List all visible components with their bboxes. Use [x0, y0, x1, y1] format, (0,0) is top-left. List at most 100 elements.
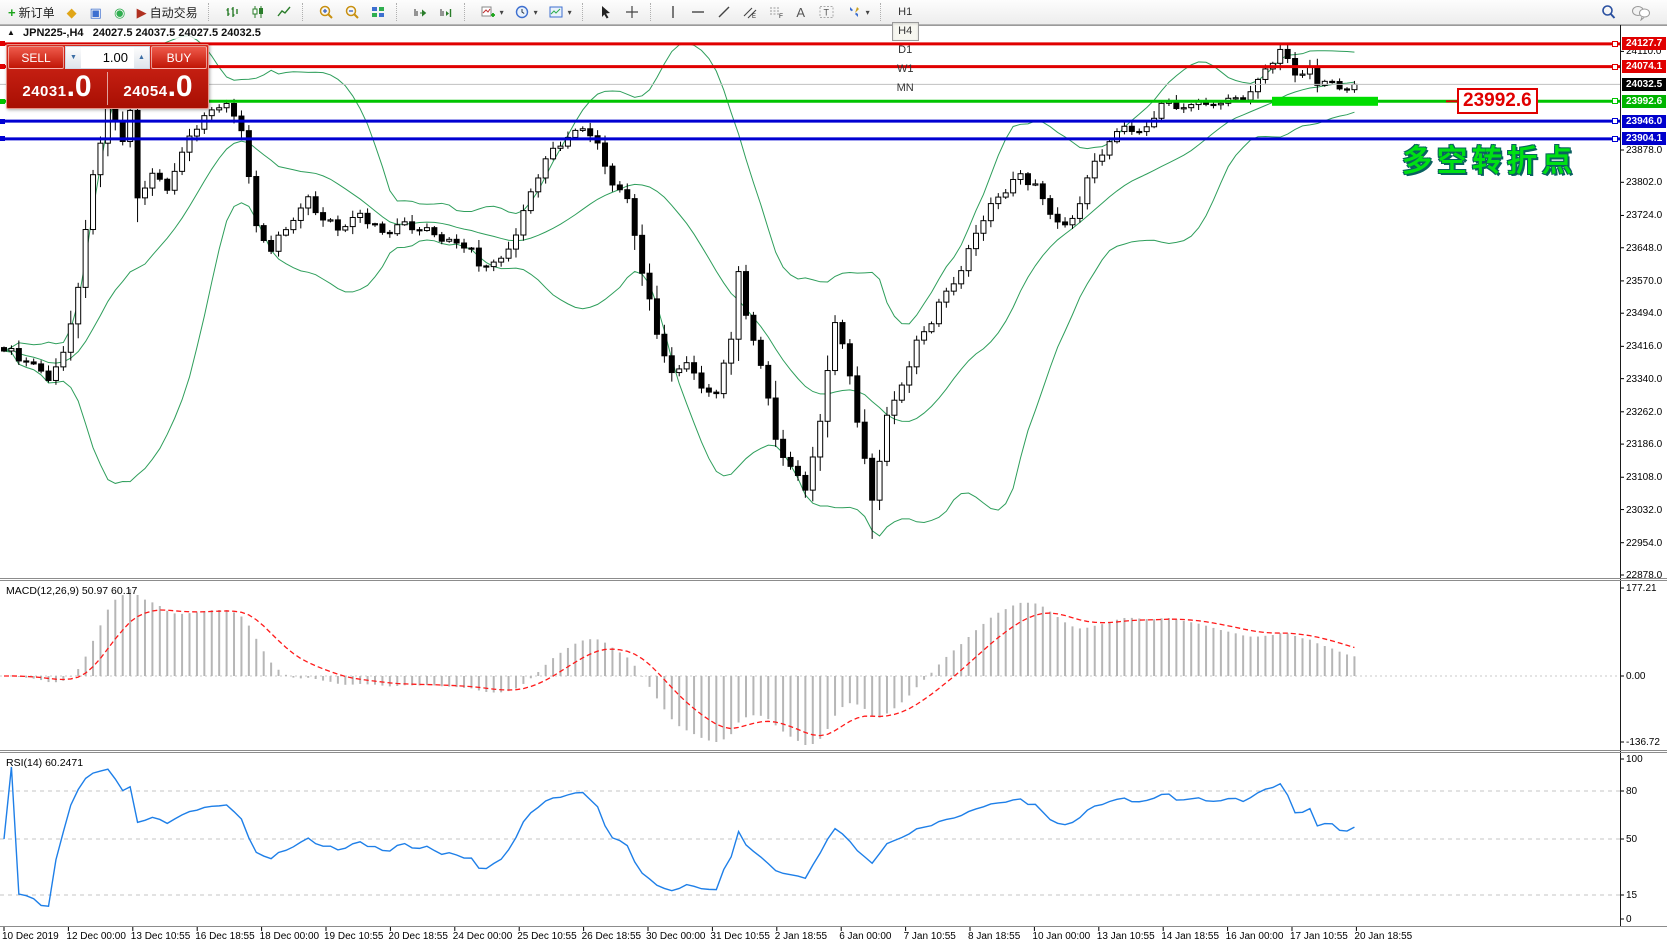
- toolbar-right: [1596, 2, 1663, 23]
- time-axis-label: 20 Dec 18:55: [388, 931, 448, 942]
- rsi-axis-label: 100: [1626, 754, 1643, 765]
- candle-bear: [313, 197, 318, 213]
- terminal-button[interactable]: ▣: [85, 2, 107, 23]
- candlestick-button[interactable]: [246, 2, 270, 23]
- vertical-line-button[interactable]: [662, 2, 684, 23]
- bar-chart-button[interactable]: [220, 2, 244, 23]
- candle-bear: [788, 457, 793, 466]
- volume-increase-button[interactable]: ▲: [134, 47, 149, 68]
- candle-bull: [209, 110, 214, 116]
- auto-scroll-button[interactable]: [408, 2, 432, 23]
- templates-button[interactable]: ▾: [544, 2, 576, 23]
- channel-button[interactable]: E: [738, 2, 762, 23]
- new-order-button[interactable]: + 新订单: [4, 2, 59, 23]
- candle-bull: [877, 461, 882, 500]
- candle-bear: [669, 356, 674, 373]
- buy-price[interactable]: 24054 .0: [108, 70, 208, 107]
- signals-button[interactable]: ◉: [109, 2, 131, 23]
- candle-bear: [432, 228, 437, 235]
- price-callout-label[interactable]: 23992.6: [1457, 88, 1538, 114]
- text-label-icon: T: [818, 4, 836, 20]
- highlight-segment[interactable]: [1272, 97, 1378, 106]
- sell-button[interactable]: SELL: [8, 46, 64, 69]
- rsi-axis-label: 80: [1626, 786, 1637, 797]
- price-axis-tick-label: 23648.0: [1626, 243, 1662, 254]
- timeframe-h4[interactable]: H4: [892, 22, 919, 41]
- chat-button[interactable]: [1627, 2, 1655, 23]
- tile-windows-button[interactable]: [366, 2, 390, 23]
- candle-bear: [335, 220, 340, 230]
- timeframe-d1[interactable]: D1: [892, 41, 919, 60]
- sell-price[interactable]: 24031 .0: [7, 70, 107, 107]
- crosshair-button[interactable]: [620, 2, 644, 23]
- candle-bull: [194, 129, 199, 136]
- search-button[interactable]: [1596, 2, 1621, 23]
- time-axis-label: 30 Dec 00:00: [646, 931, 706, 942]
- one-click-trading-panel: SELL ▼ 1.00 ▲ BUY 24031 .0 24054 .0: [6, 44, 209, 109]
- candle-bear: [254, 177, 259, 226]
- fibonacci-button[interactable]: F: [764, 2, 788, 23]
- zoom-out-button[interactable]: [340, 2, 364, 23]
- time-axis-label: 19 Dec 10:55: [324, 931, 384, 942]
- candle-bull: [1092, 161, 1097, 178]
- candle-bear: [2, 348, 7, 351]
- zoom-in-button[interactable]: [314, 2, 338, 23]
- price-axis-tick-label: 23570.0: [1626, 276, 1662, 287]
- candle-bear: [135, 110, 140, 197]
- candle-bear: [380, 224, 385, 232]
- price-axis-tick-label: 22954.0: [1626, 538, 1662, 549]
- time-axis-label: 20 Jan 18:55: [1354, 931, 1412, 942]
- arrows-button[interactable]: ▾: [842, 2, 874, 23]
- metaeditor-button[interactable]: ◆: [61, 2, 83, 23]
- candle-bull: [76, 287, 81, 324]
- autotrading-icon: ▶: [137, 6, 147, 19]
- price-axis-tick-label: 23878.0: [1626, 145, 1662, 156]
- candle-bull: [328, 220, 333, 221]
- toolbar-separator: [650, 3, 657, 21]
- new-order-label: 新订单: [19, 4, 55, 21]
- chart-symbol: JPN225-,H4: [23, 27, 84, 39]
- volume-decrease-button[interactable]: ▼: [66, 47, 81, 68]
- candle-bear: [640, 235, 645, 273]
- candle-bull: [558, 146, 563, 148]
- timeframe-h1[interactable]: H1: [892, 3, 919, 22]
- candle-bull: [506, 249, 511, 258]
- candle-bull: [1107, 142, 1112, 155]
- line-right-marker: [1612, 98, 1618, 104]
- zoom-out-icon: [344, 4, 360, 20]
- text-button[interactable]: A: [790, 2, 812, 23]
- candle-bull: [1278, 49, 1283, 63]
- candle-bull: [528, 192, 533, 211]
- trendline-button[interactable]: [712, 2, 736, 23]
- timeframe-mn[interactable]: MN: [892, 79, 919, 98]
- volume-input[interactable]: 1.00: [81, 47, 134, 68]
- candle-bull: [988, 204, 993, 221]
- candles-layer: [2, 45, 1357, 539]
- chart-shift-button[interactable]: [434, 2, 458, 23]
- fibonacci-icon: F: [768, 4, 784, 20]
- indicators-button[interactable]: ▾: [476, 2, 508, 23]
- candle-bear: [1025, 174, 1030, 185]
- candle-bull: [1263, 69, 1268, 80]
- candle-bear: [610, 166, 615, 185]
- candle-bull: [974, 233, 979, 248]
- time-axis-label: 17 Jan 10:55: [1290, 931, 1348, 942]
- autotrading-button[interactable]: ▶ 自动交易: [133, 2, 202, 23]
- chart-annotation-text[interactable]: 多空转折点: [1402, 136, 1577, 180]
- buy-button[interactable]: BUY: [151, 46, 207, 69]
- dropdown-arrow-icon: ▾: [866, 8, 870, 17]
- cursor-button[interactable]: [594, 2, 618, 23]
- candle-bull: [306, 197, 311, 208]
- line-chart-button[interactable]: [272, 2, 296, 23]
- periods-button[interactable]: ▾: [510, 2, 542, 23]
- text-icon: A: [796, 5, 805, 20]
- timeframe-w1[interactable]: W1: [892, 60, 919, 79]
- text-label-button[interactable]: T: [814, 2, 840, 23]
- arrows-icon: [846, 4, 862, 20]
- collapse-triangle-icon[interactable]: ▲: [7, 28, 15, 37]
- candle-bull: [907, 367, 912, 385]
- candle-bull: [150, 173, 155, 188]
- candle-bull: [1181, 108, 1186, 109]
- horizontal-line-button[interactable]: [686, 2, 710, 23]
- candle-bear: [692, 363, 697, 373]
